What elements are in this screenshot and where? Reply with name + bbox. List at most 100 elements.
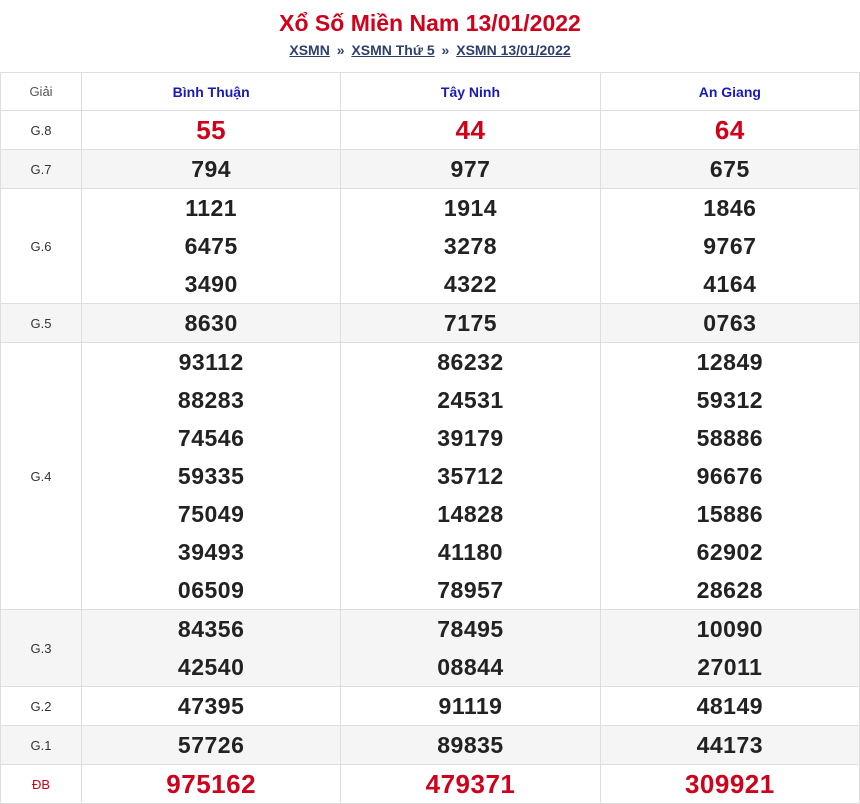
prize-number: 84356 xyxy=(177,616,245,642)
prize-row: G.8 55 44 64 xyxy=(0,110,860,150)
prize-number: 57726 xyxy=(177,732,245,758)
prize-number: 78495 xyxy=(437,616,504,642)
prize-row: G.7 794 977 675 xyxy=(0,149,860,189)
prize-number: 44 xyxy=(455,115,486,145)
prize-cell: 977 xyxy=(340,149,601,189)
prize-cell: 1121 6475 3490 xyxy=(80,188,342,304)
prize-label: G.1 xyxy=(0,725,82,765)
prize-number: 4322 xyxy=(443,271,498,297)
prize-number: 64 xyxy=(714,115,745,145)
prize-cell: 86232 24531 39179 35712 14828 41180 78957 xyxy=(340,342,601,610)
prize-number: 12849 xyxy=(696,349,764,375)
prize-number: 27011 xyxy=(697,654,763,680)
breadcrumb-separator: » xyxy=(441,42,450,58)
prize-number: 3490 xyxy=(184,271,238,297)
prize-cell: 8630 xyxy=(80,303,342,343)
prize-column-header: Giải xyxy=(0,72,82,111)
province-header-tay-ninh: Tây Ninh xyxy=(340,72,601,111)
prize-number: 74546 xyxy=(177,425,245,451)
prize-number: 3278 xyxy=(443,233,498,259)
prize-label: G.6 xyxy=(0,188,82,304)
prize-number: 59335 xyxy=(177,463,245,489)
prize-cell: 0763 xyxy=(599,303,860,343)
prize-cell: 78495 08844 xyxy=(340,609,601,687)
prize-label: G.7 xyxy=(0,149,82,189)
prize-number: 10090 xyxy=(696,616,764,642)
results-table: Giải Bình Thuận Tây Ninh An Giang G.8 55 4… xyxy=(0,72,860,804)
prize-number: 44173 xyxy=(696,732,764,758)
prize-number: 59312 xyxy=(696,387,764,413)
prize-number: 41180 xyxy=(437,539,504,565)
prize-number: 6475 xyxy=(184,233,238,259)
breadcrumb: XSMN » XSMN Thứ 5 » XSMN 13/01/2022 xyxy=(0,42,860,58)
prize-number: 47395 xyxy=(177,693,245,719)
page-title: Xổ Số Miền Nam 13/01/2022 xyxy=(279,10,581,36)
prize-label: G.8 xyxy=(0,110,82,150)
prize-row: G.2 47395 91119 48149 xyxy=(0,686,860,726)
prize-label: G.4 xyxy=(0,342,82,610)
prize-cell: 675 xyxy=(599,149,860,189)
prize-cell: 7175 xyxy=(340,303,601,343)
prize-number: 1914 xyxy=(443,195,498,221)
prize-number: 93112 xyxy=(178,349,244,375)
prize-number: 8630 xyxy=(184,310,238,336)
prize-cell: 44 xyxy=(340,110,601,150)
prize-label: G.5 xyxy=(0,303,82,343)
prize-number: 86232 xyxy=(437,349,504,375)
province-header-binh-thuan: Bình Thuận xyxy=(80,72,342,111)
prize-number: 06509 xyxy=(177,577,245,603)
results-body: G.8 55 44 64 G.7 794 977 675 G.6 1121 6475 3490 1914… xyxy=(0,110,860,804)
prize-cell: 48149 xyxy=(599,686,860,726)
prize-number: 78957 xyxy=(437,577,504,603)
prize-number: 4164 xyxy=(703,271,757,297)
prize-cell: 91119 xyxy=(340,686,601,726)
prize-number: 975162 xyxy=(166,769,257,799)
prize-number: 28628 xyxy=(696,577,764,603)
prize-number: 7175 xyxy=(443,310,498,336)
prize-number: 1846 xyxy=(703,195,757,221)
prize-row: G.3 84356 42540 78495 08844 10090 27011 xyxy=(0,609,860,687)
prize-number: 39493 xyxy=(177,539,245,565)
prize-number: 55 xyxy=(196,115,227,145)
prize-cell: 84356 42540 xyxy=(80,609,342,687)
prize-number: 0763 xyxy=(703,310,757,336)
prize-label: G.3 xyxy=(0,609,82,687)
prize-number: 309921 xyxy=(684,769,775,799)
prize-number: 75049 xyxy=(177,501,245,527)
prize-cell: 794 xyxy=(80,149,342,189)
prize-row: G.6 1121 6475 3490 1914 3278 4322 1846 9767 4164 xyxy=(0,188,860,304)
prize-number: 1121 xyxy=(185,195,238,221)
prize-number: 62902 xyxy=(696,539,764,565)
prize-number: 9767 xyxy=(703,233,757,259)
breadcrumb-link-xsmn-date[interactable]: XSMN 13/01/2022 xyxy=(456,42,570,58)
prize-cell: 57726 xyxy=(80,725,342,765)
prize-number: 35712 xyxy=(437,463,504,489)
prize-number: 08844 xyxy=(437,654,504,680)
prize-cell: 1914 3278 4322 xyxy=(340,188,601,304)
province-header-an-giang: An Giang xyxy=(599,72,860,111)
prize-cell: 93112 88283 74546 59335 75049 39493 06509 xyxy=(80,342,342,610)
breadcrumb-link-xsmn[interactable]: XSMN xyxy=(289,42,329,58)
prize-number: 96676 xyxy=(696,463,764,489)
prize-row: G.1 57726 89835 44173 xyxy=(0,725,860,765)
prize-cell: 44173 xyxy=(599,725,860,765)
prize-number: 675 xyxy=(709,156,750,182)
prize-cell: 47395 xyxy=(80,686,342,726)
prize-cell: 1846 9767 4164 xyxy=(599,188,860,304)
prize-number: 977 xyxy=(450,156,491,182)
table-header-row: Giải Bình Thuận Tây Ninh An Giang xyxy=(0,72,860,111)
prize-number: 24531 xyxy=(437,387,504,413)
prize-number: 88283 xyxy=(177,387,245,413)
breadcrumb-link-xsmn-thu-5[interactable]: XSMN Thứ 5 xyxy=(351,42,434,58)
prize-cell: 12849 59312 58886 96676 15886 62902 28628 xyxy=(599,342,860,610)
prize-number: 39179 xyxy=(437,425,504,451)
prize-number: 58886 xyxy=(696,425,764,451)
breadcrumb-separator: » xyxy=(336,42,345,58)
page-header: Xổ Số Miền Nam 13/01/2022 XSMN » XSMN Th… xyxy=(0,0,860,72)
prize-number: 91119 xyxy=(438,693,503,719)
prize-cell: 89835 xyxy=(340,725,601,765)
prize-cell: 10090 27011 xyxy=(599,609,860,687)
prize-number: 89835 xyxy=(437,732,504,758)
prize-number: 42540 xyxy=(177,654,245,680)
prize-number: 794 xyxy=(191,156,232,182)
